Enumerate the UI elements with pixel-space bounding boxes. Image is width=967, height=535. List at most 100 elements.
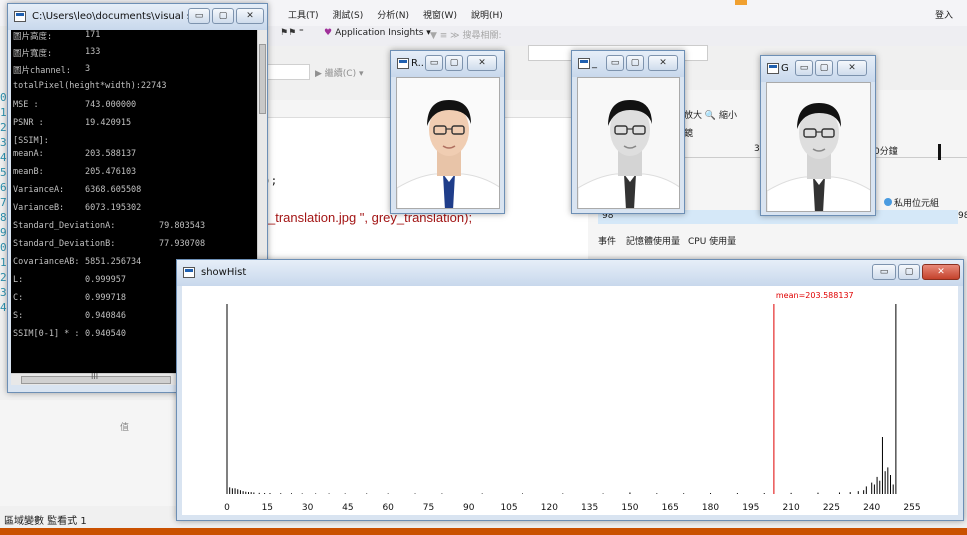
image-window-original[interactable]: R... ▭ ▢ ✕ (390, 50, 505, 214)
console-line: C: 0.999718 (13, 293, 126, 303)
console-line-label: VarianceA: (13, 185, 65, 195)
console-line-label: PSNR : (13, 118, 44, 128)
console-line-label: CovarianceAB: (13, 257, 80, 267)
console-line-value: 0.940540 (85, 329, 126, 339)
x-tick-label: 60 (382, 503, 394, 513)
console-line-label: [SSIM]: (13, 136, 49, 146)
console-line: S: 0.940846 (13, 311, 126, 321)
console-line: SSIM[0-1] * : 0.940540 (13, 329, 126, 339)
locals-value-header: 值 (120, 423, 130, 433)
minimize-button[interactable]: ▭ (425, 55, 443, 71)
window-titlebar[interactable]: showHist ▭ ▢ ✕ (177, 260, 963, 286)
maximize-button[interactable]: ▢ (626, 55, 644, 71)
console-line: VarianceA: 6368.605508 (13, 185, 141, 195)
window-titlebar[interactable]: G ▭ ▢ ✕ (761, 56, 875, 82)
console-line-value: 77.930708 (159, 239, 206, 249)
zoom-controls[interactable]: 放大 🔍 縮小 (684, 108, 737, 121)
x-tick-label: 240 (863, 503, 880, 513)
window-titlebar[interactable]: R... ▭ ▢ ✕ (391, 51, 504, 77)
console-line: Standard_DeviationB: 77.930708 (13, 239, 205, 249)
console-app-icon (14, 11, 26, 22)
console-line: 圖片高度: 171 (13, 30, 100, 42)
timeline-marker (938, 144, 941, 160)
x-tick-label: 90 (463, 503, 475, 513)
tab-memory[interactable]: 記憶體使用量 (626, 234, 680, 247)
console-line: meanA: 203.588137 (13, 149, 136, 159)
console-line-value: 0.999957 (85, 275, 126, 285)
tab-cpu[interactable]: CPU 使用量 (688, 234, 736, 247)
legend-dot-icon (884, 198, 892, 206)
scroll-thumb[interactable] (259, 44, 266, 114)
x-tick-label: 225 (823, 503, 840, 513)
ide-toolbar: ⚑⚑ ⁼ ♥ Application Insights ▾ ▼ ≡ ≫ 搜尋相關: (260, 26, 967, 46)
console-line: PSNR : 19.420915 (13, 118, 131, 128)
menu-tools[interactable]: 工具(T) (288, 8, 319, 21)
minimize-button[interactable]: ▭ (606, 55, 624, 71)
debug-toolbar: ▶ 繼續(C) ▾ (260, 62, 390, 82)
console-line: [SSIM]: (13, 136, 49, 146)
timeline-tick: 0分鐘 (874, 147, 898, 157)
maximize-button[interactable]: ▢ (212, 8, 234, 24)
console-line-label: 圖片channel: (13, 66, 71, 76)
menu-help[interactable]: 說明(H) (471, 8, 503, 21)
histogram-plot-area: mean=203.588137 0 15 30 45 60 75 90 105 120 135 150… (182, 286, 958, 515)
x-tick-label: 165 (662, 503, 679, 513)
status-tabs[interactable]: 區域變數 監看式 1 (4, 512, 87, 527)
window-titlebar[interactable]: _ ▭ ▢ ✕ (572, 51, 684, 77)
minimize-button[interactable]: ▭ (795, 60, 813, 76)
x-tick-label: 210 (783, 503, 800, 513)
close-button[interactable]: ✕ (922, 264, 960, 280)
maximize-button[interactable]: ▢ (815, 60, 833, 76)
continue-button[interactable]: ▶ 繼續(C) ▾ (315, 66, 364, 79)
window-app-icon (397, 58, 409, 69)
console-line: meanB: 205.476103 (13, 167, 136, 177)
app-insights-button[interactable]: ♥ Application Insights ▾ (324, 28, 431, 38)
tab-events[interactable]: 事件 (598, 234, 616, 247)
x-tick-label: 0 (224, 503, 230, 513)
maximize-button[interactable]: ▢ (445, 55, 463, 71)
close-button[interactable]: ✕ (837, 60, 867, 76)
close-button[interactable]: ✕ (467, 55, 497, 71)
menu-window[interactable]: 視窗(W) (423, 8, 457, 21)
memory-axis-right: 98 (958, 211, 967, 221)
portrait-photo-translated (766, 82, 871, 212)
menu-analyze[interactable]: 分析(N) (377, 8, 409, 21)
console-title: C:\Users\leo\documents\visual st... (32, 11, 206, 22)
image-window-grey[interactable]: _ ▭ ▢ ✕ (571, 50, 685, 214)
console-line: totalPixel(height*width):22743 (13, 81, 167, 91)
close-button[interactable]: ✕ (648, 55, 678, 71)
close-button[interactable]: ✕ (236, 8, 264, 24)
x-tick-label: 135 (581, 503, 598, 513)
bookmark-icon[interactable]: ⚑⚑ ⁼ (280, 28, 304, 38)
console-line-value: 203.588137 (85, 149, 137, 159)
solution-hint-label: 搜尋相關 (462, 31, 499, 41)
console-line-value: 5851.256734 (85, 257, 142, 267)
hist-title: showHist (201, 267, 247, 278)
console-line-value: 0.999718 (85, 293, 126, 303)
login-link[interactable]: 登入 (935, 8, 953, 21)
histogram-window[interactable]: showHist ▭ ▢ ✕ mean=203.588137 0 15 30 45 60 7… (176, 259, 964, 521)
console-line-label: MSE : (13, 100, 39, 110)
x-tick-label: 75 (423, 503, 434, 513)
console-line: CovarianceAB: 5851.256734 (13, 257, 141, 267)
timeline-tick: 3 (754, 144, 760, 154)
portrait-image (397, 78, 499, 208)
console-line-value: 6368.605508 (85, 185, 142, 195)
lightbulb-icon: ♥ (324, 28, 333, 38)
console-line-value: 133 (85, 47, 101, 57)
menu-test[interactable]: 測試(S) (333, 8, 364, 21)
minimize-button[interactable]: ▭ (872, 264, 896, 280)
image-window-translated[interactable]: G ▭ ▢ ✕ (760, 55, 876, 216)
console-line: L: 0.999957 (13, 275, 126, 285)
x-tick-label: 150 (621, 503, 638, 513)
minimize-button[interactable]: ▭ (188, 8, 210, 24)
x-tick-label: 255 (903, 503, 920, 513)
console-line-label: 圖片高度: (13, 32, 53, 42)
window-titlebar[interactable]: C:\Users\leo\documents\visual st... ▭ ▢ … (8, 4, 267, 30)
console-line-value: 171 (85, 30, 101, 40)
console-line-value: 743.000000 (85, 100, 137, 110)
diagnostic-tabs: 事件 記憶體使用量 CPU 使用量 (588, 234, 967, 256)
maximize-button[interactable]: ▢ (898, 264, 920, 280)
console-line-label: 圖片寬度: (13, 49, 53, 59)
console-line-value: 0.940846 (85, 311, 126, 321)
